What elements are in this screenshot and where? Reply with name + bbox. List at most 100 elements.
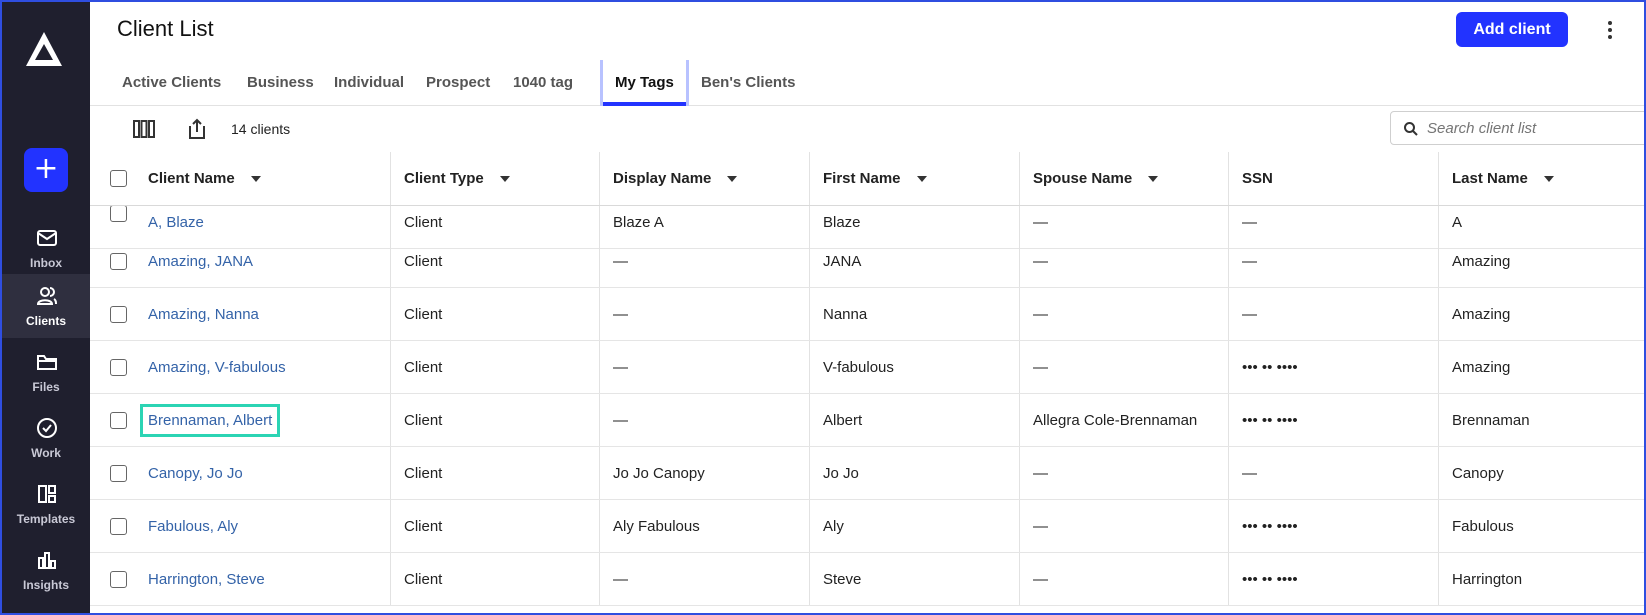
table-header-row: Client Name Client Type Display Name Fir…: [90, 152, 1644, 206]
spouse-name-cell: —: [1019, 288, 1228, 340]
client-type-cell: Client: [390, 500, 599, 552]
table-row[interactable]: Canopy, Jo Jo Client Jo Jo Canopy Jo Jo …: [90, 447, 1644, 500]
row-checkbox[interactable]: [110, 253, 127, 270]
templates-icon: [38, 485, 56, 503]
table-row[interactable]: Brennaman, Albert Client — Albert Allegr…: [90, 394, 1644, 447]
client-name-link[interactable]: Harrington, Steve: [148, 571, 265, 588]
column-header-display-name[interactable]: Display Name: [599, 152, 809, 205]
row-checkbox[interactable]: [110, 412, 127, 429]
table-row[interactable]: Amazing, JANA Client — JANA — — Amazing: [90, 235, 1644, 288]
first-name-cell: Jo Jo: [809, 447, 1019, 499]
display-name-cell: —: [599, 288, 809, 340]
client-type-cell: Client: [390, 394, 599, 446]
spouse-name-cell: Allegra Cole-Brennaman: [1019, 394, 1228, 446]
select-all-checkbox[interactable]: [110, 170, 127, 187]
table-row[interactable]: Fabulous, Aly Client Aly Fabulous Aly — …: [90, 500, 1644, 553]
page-title: Client List: [117, 16, 214, 41]
column-header-first-name[interactable]: First Name: [809, 152, 1019, 205]
row-checkbox[interactable]: [110, 359, 127, 376]
sidebar-item-label: Insights: [22, 578, 69, 592]
tab-active-clients[interactable]: Active Clients: [110, 60, 233, 106]
users-icon: [36, 287, 57, 305]
client-type-cell: Client: [390, 288, 599, 340]
sidebar-item-insights[interactable]: Insights: [2, 538, 90, 602]
sidebar: + Inbox Clients Files Work Templates Ins…: [2, 2, 90, 613]
spouse-name-cell: —: [1019, 553, 1228, 605]
client-name-link[interactable]: Amazing, JANA: [148, 253, 253, 270]
last-name-cell: Fabulous: [1438, 500, 1644, 552]
column-header-spouse-name[interactable]: Spouse Name: [1019, 152, 1228, 205]
column-header-ssn[interactable]: SSN: [1228, 152, 1438, 205]
add-client-button[interactable]: Add client: [1456, 12, 1568, 47]
client-name-link[interactable]: Brennaman, Albert: [139, 403, 281, 437]
row-checkbox[interactable]: [110, 571, 127, 588]
table-row[interactable]: Amazing, Nanna Client — Nanna — — Amazin…: [90, 288, 1644, 341]
sidebar-item-label: Clients: [25, 314, 66, 328]
ssn-cell: —: [1228, 447, 1438, 499]
sidebar-item-inbox[interactable]: Inbox: [2, 216, 90, 280]
bar-chart-icon: [38, 552, 56, 569]
spouse-name-cell: —: [1019, 341, 1228, 393]
display-name-cell: —: [599, 235, 809, 287]
more-options-icon[interactable]: [1602, 18, 1618, 42]
client-name-link[interactable]: Canopy, Jo Jo: [148, 465, 243, 482]
export-icon[interactable]: [185, 117, 209, 141]
first-name-cell: Aly: [809, 500, 1019, 552]
first-name-cell: Steve: [809, 553, 1019, 605]
client-type-cell: Client: [390, 235, 599, 287]
sort-caret-icon[interactable]: [727, 175, 738, 182]
row-checkbox[interactable]: [110, 465, 127, 482]
new-button[interactable]: +: [24, 148, 68, 192]
display-name-cell: —: [599, 341, 809, 393]
row-checkbox[interactable]: [110, 306, 127, 323]
spouse-name-cell: —: [1019, 447, 1228, 499]
logo-icon[interactable]: [24, 30, 64, 68]
client-name-link[interactable]: Amazing, Nanna: [148, 306, 259, 323]
last-name-cell: Brennaman: [1438, 394, 1644, 446]
sidebar-item-label: Templates: [16, 512, 76, 526]
tab-1040-tag[interactable]: 1040 tag: [501, 60, 585, 106]
table-row[interactable]: Harrington, Steve Client — Steve — ••• •…: [90, 553, 1644, 606]
tab-individual[interactable]: Individual: [322, 60, 416, 106]
tab-bens-clients[interactable]: Ben's Clients: [689, 60, 807, 106]
tab-business[interactable]: Business: [235, 60, 326, 106]
search-input[interactable]: [1427, 117, 1644, 139]
sort-caret-icon[interactable]: [1148, 175, 1159, 182]
sidebar-item-templates[interactable]: Templates: [2, 472, 90, 536]
ssn-cell: ••• •• ••••: [1228, 341, 1438, 393]
sort-caret-icon[interactable]: [250, 175, 261, 182]
row-checkbox[interactable]: [110, 205, 127, 222]
first-name-cell: JANA: [809, 235, 1019, 287]
client-name-link[interactable]: Amazing, V-fabulous: [148, 359, 286, 376]
ssn-cell: ••• •• ••••: [1228, 394, 1438, 446]
sort-caret-icon[interactable]: [1543, 175, 1554, 182]
sidebar-item-work[interactable]: Work: [2, 406, 90, 470]
columns-icon[interactable]: [132, 117, 156, 141]
sidebar-item-label: Inbox: [30, 256, 62, 270]
table-row[interactable]: Amazing, V-fabulous Client — V-fabulous …: [90, 341, 1644, 394]
sidebar-item-clients[interactable]: Clients: [2, 274, 90, 338]
first-name-cell: V-fabulous: [809, 341, 1019, 393]
row-checkbox[interactable]: [110, 518, 127, 535]
sort-caret-icon[interactable]: [916, 175, 927, 182]
client-name-link[interactable]: A, Blaze: [148, 214, 204, 231]
client-type-cell: Client: [390, 341, 599, 393]
column-header-last-name[interactable]: Last Name: [1438, 152, 1644, 205]
search-box[interactable]: [1390, 111, 1644, 145]
tab-my-tags[interactable]: My Tags: [600, 60, 689, 106]
client-count: 14 clients: [231, 121, 291, 137]
sidebar-item-files[interactable]: Files: [2, 340, 90, 404]
table-toolbar: 14 clients: [90, 106, 1644, 152]
folder-icon: [37, 355, 57, 370]
client-name-link[interactable]: Fabulous, Aly: [148, 518, 238, 535]
column-header-client-name[interactable]: Client Name: [135, 152, 399, 205]
sidebar-item-label: Work: [31, 446, 61, 460]
column-header-client-type[interactable]: Client Type: [390, 152, 599, 205]
last-name-cell: Amazing: [1438, 341, 1644, 393]
search-icon: [1404, 122, 1418, 136]
tab-prospect[interactable]: Prospect: [414, 60, 502, 106]
last-name-cell: Amazing: [1438, 235, 1644, 287]
display-name-cell: —: [599, 553, 809, 605]
sort-caret-icon[interactable]: [499, 175, 510, 182]
sidebar-item-label: Files: [32, 380, 60, 394]
